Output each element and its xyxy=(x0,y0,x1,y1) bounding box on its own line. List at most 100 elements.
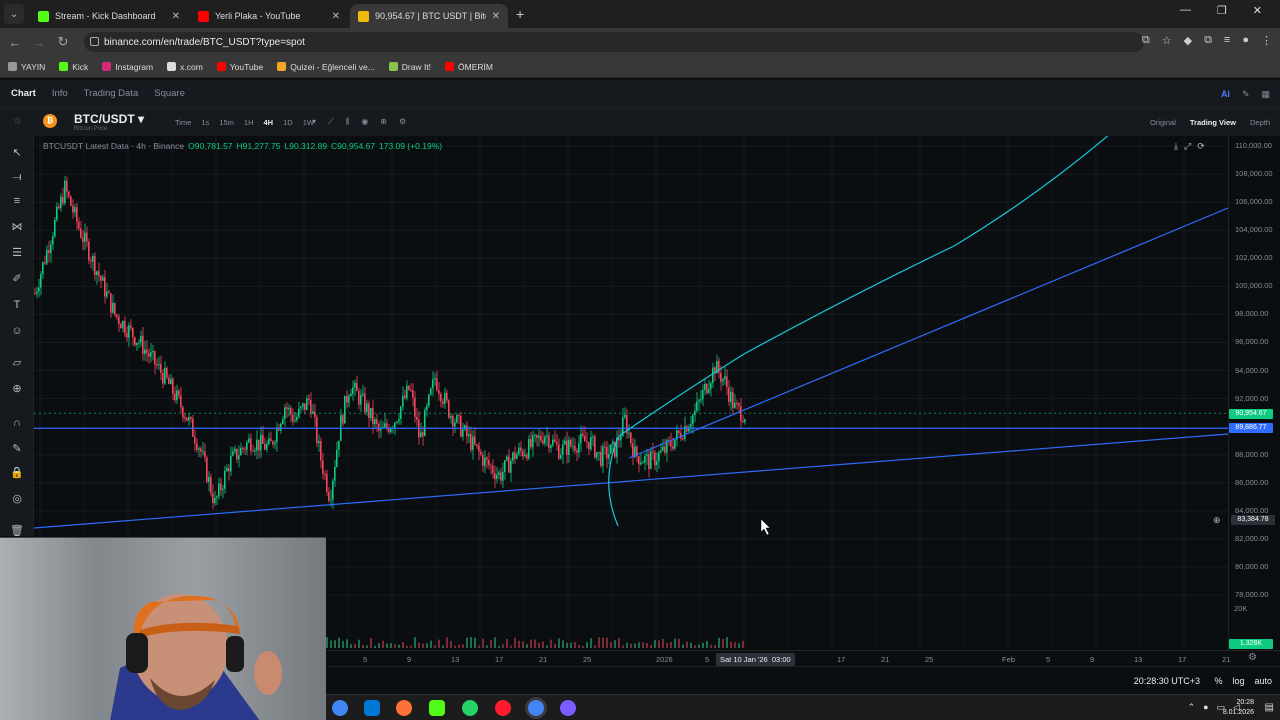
discord-icon[interactable] xyxy=(560,700,576,716)
timeframe-1h[interactable]: 1H xyxy=(244,118,254,127)
axis-settings-icon[interactable]: ⚙ xyxy=(1248,652,1257,663)
whatsapp-icon[interactable] xyxy=(462,700,478,716)
lock-icon[interactable]: 🔒 xyxy=(9,466,25,480)
view-depth[interactable]: Depth xyxy=(1250,118,1270,127)
volume-bar xyxy=(630,643,632,648)
time-axis[interactable]: Sat 10 Jan '26 03:00 5 9 13 17 21 25 2026 5 17 21… xyxy=(326,650,1280,666)
extension-diamond-icon[interactable]: ◆ xyxy=(1184,34,1192,47)
extensions-icon[interactable]: ⧉ xyxy=(1204,34,1212,47)
zoom-icon[interactable]: ⊕ xyxy=(9,382,25,396)
bookmark-item[interactable]: Instagram xyxy=(102,62,153,72)
fib-icon[interactable]: ☰ xyxy=(9,246,25,260)
pencil-lock-icon[interactable]: ✎ xyxy=(9,442,25,456)
browser-menu-icon[interactable]: ⋮ xyxy=(1261,34,1272,47)
browser-tab-youtube[interactable]: Yerli Plaka - YouTube ✕ xyxy=(190,4,348,28)
close-tab-icon[interactable]: ✕ xyxy=(492,11,500,22)
cursor-icon[interactable]: ↖ xyxy=(9,146,25,160)
download-icon[interactable]: ⤓ xyxy=(1174,141,1178,152)
browser-tab-binance[interactable]: 90,954.67 | BTC USDT | Bitcoin ✕ xyxy=(350,4,508,28)
mic-icon[interactable]: ● xyxy=(1203,702,1208,713)
tab-trading-data[interactable]: Trading Data xyxy=(84,88,139,99)
bookmark-item[interactable]: ÖMERİM xyxy=(445,62,493,72)
media-icon[interactable]: ≡ xyxy=(1224,34,1230,47)
outlook-icon[interactable] xyxy=(364,700,380,716)
timeframe-time[interactable]: Time xyxy=(175,118,191,127)
forward-icon[interactable]: → xyxy=(27,35,51,50)
indicators-icon[interactable]: ⟋ xyxy=(328,117,334,127)
layout-grid-icon[interactable]: ▦ xyxy=(1261,89,1270,100)
opera-icon[interactable] xyxy=(495,700,511,716)
timeframe-1s[interactable]: 1s xyxy=(201,118,209,127)
add-icon[interactable]: ⊕ xyxy=(380,117,387,127)
profile-avatar-icon[interactable]: ● xyxy=(1242,34,1249,47)
chrome-icon[interactable] xyxy=(332,700,348,716)
tab-info[interactable]: Info xyxy=(52,88,68,99)
fullscreen-icon[interactable]: ⤢ xyxy=(1184,141,1191,152)
close-tab-icon[interactable]: ✕ xyxy=(332,11,340,22)
reload-icon[interactable]: ↻ xyxy=(51,34,75,50)
translate-icon[interactable]: ⧉ xyxy=(1142,34,1150,47)
tab-square[interactable]: Square xyxy=(154,88,185,99)
ai-button[interactable]: Ai xyxy=(1221,89,1230,100)
candle-body xyxy=(368,403,370,418)
site-info-icon[interactable] xyxy=(90,37,99,46)
volume-bar xyxy=(502,644,504,648)
tab-chart[interactable]: Chart xyxy=(11,88,36,99)
percent-toggle[interactable]: % xyxy=(1214,676,1222,686)
volume-bar xyxy=(458,644,460,648)
mouse-cursor-icon xyxy=(760,518,771,536)
tab-search-menu[interactable]: ⌄ xyxy=(4,4,24,24)
timeframe-4h[interactable]: 4H xyxy=(264,118,274,127)
draw-icon[interactable]: ✎ xyxy=(1242,89,1250,100)
bookmark-item[interactable]: x.com xyxy=(167,62,203,72)
view-trading-view[interactable]: Trading View xyxy=(1190,118,1236,127)
pattern-icon[interactable]: ⋈ xyxy=(9,220,25,234)
chrome-active-icon[interactable] xyxy=(528,700,544,716)
minimize-icon[interactable]: — xyxy=(1180,4,1191,17)
brush-icon[interactable]: ✐ xyxy=(9,272,25,286)
emoji-icon[interactable]: ☺ xyxy=(9,324,25,338)
bookmark-label: Draw It! xyxy=(401,61,432,72)
bookmark-star-icon[interactable]: ☆ xyxy=(1162,34,1172,47)
visibility-icon[interactable]: ◎ xyxy=(9,492,25,506)
settings-icon[interactable]: ⚙ xyxy=(399,117,406,127)
trend-line-icon[interactable]: ⟞ xyxy=(9,170,25,184)
back-icon[interactable]: ← xyxy=(3,35,27,50)
bookmark-item[interactable]: Quizei - Eğlenceli ve... xyxy=(277,62,375,72)
candle-body xyxy=(514,452,516,459)
taskbar-clock[interactable]: 20:28 8.01.2026 xyxy=(1223,698,1254,718)
price-axis[interactable]: 110,000.00 108,000.00 106,000.00 104,000.00… xyxy=(1228,136,1280,656)
close-tab-icon[interactable]: ✕ xyxy=(172,11,180,22)
browser-tab-kick[interactable]: Stream - Kick Dashboard ✕ xyxy=(30,4,188,28)
text-icon[interactable]: T xyxy=(9,298,25,312)
timeframe-1d[interactable]: 1D xyxy=(283,118,293,127)
trash-icon[interactable]: 🗑 xyxy=(9,524,25,538)
camera-icon[interactable]: ◉ xyxy=(361,117,368,127)
bookmark-item[interactable]: YouTube xyxy=(216,62,263,72)
url-field[interactable]: binance.com/en/trade/BTC_USDT?type=spot xyxy=(84,32,1144,52)
add-alert-icon[interactable]: ⊕ xyxy=(1213,515,1221,526)
timeframe-15m[interactable]: 15m xyxy=(219,118,234,127)
auto-toggle[interactable]: auto xyxy=(1254,676,1272,686)
horizontal-lines-icon[interactable]: ≡ xyxy=(9,194,25,208)
symbol-selector[interactable]: BTC/USDT ▾ xyxy=(74,112,144,126)
new-tab-button[interactable]: + xyxy=(516,6,524,22)
firefox-icon[interactable] xyxy=(396,700,412,716)
ruler-icon[interactable]: ▱ xyxy=(9,356,25,370)
candle-body xyxy=(642,462,644,464)
favorite-star-icon[interactable]: ☆ xyxy=(13,116,22,127)
restore-icon[interactable]: ❐ xyxy=(1217,4,1227,17)
kick-app-icon[interactable] xyxy=(429,700,445,716)
tray-chevron-icon[interactable]: ⌃ xyxy=(1188,702,1196,713)
bookmark-item[interactable]: Draw It! xyxy=(388,61,432,72)
bookmark-item[interactable]: Kick xyxy=(59,62,88,72)
log-toggle[interactable]: log xyxy=(1232,676,1244,686)
view-original[interactable]: Original xyxy=(1150,118,1176,127)
bookmark-item[interactable]: YAYIN xyxy=(8,62,45,72)
close-window-icon[interactable]: ✕ xyxy=(1253,4,1262,17)
refresh-icon[interactable]: ⟳ xyxy=(1197,141,1205,152)
dropdown-chevron-icon[interactable]: ▾ xyxy=(312,117,316,127)
settings-sliders-icon[interactable]: ⫼ xyxy=(346,117,350,127)
magnet-icon[interactable]: ∩ xyxy=(9,416,25,430)
notification-icon[interactable]: ▤ xyxy=(1265,702,1274,713)
